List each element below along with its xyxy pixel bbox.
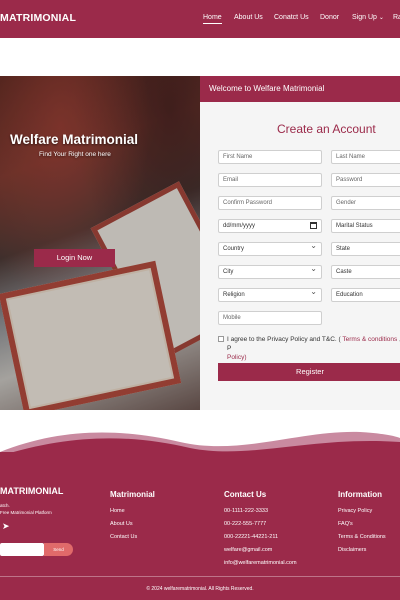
first-name-input[interactable]: First Name <box>218 150 322 164</box>
form-welcome-header: Welcome to Welfare Matrimonial <box>200 76 400 102</box>
hero-title: Welfare Matrimonial <box>10 132 139 147</box>
hero-subtitle: Find Your Right one here <box>39 151 111 158</box>
footer-divider <box>0 576 400 577</box>
marital-status-select[interactable]: Marital Status <box>331 219 400 233</box>
register-button[interactable]: Register <box>218 363 400 381</box>
nav-signup-label: Sign Up <box>352 14 377 21</box>
footer-link-disclaimers[interactable]: Disclaimers <box>338 547 366 553</box>
footer-link-faq[interactable]: FAQ's <box>338 521 353 527</box>
privacy-policy-link[interactable]: Policy) <box>227 354 247 361</box>
footer-brand: MATRIMONIAL <box>0 486 64 496</box>
education-select[interactable]: Education <box>331 288 400 302</box>
footer-phone-3[interactable]: 000-22221-44221-211 <box>224 534 278 540</box>
nav-contact[interactable]: Conatct Us <box>274 14 309 21</box>
terms-link[interactable]: Terms & conditions <box>342 336 397 343</box>
footer-col-matrimonial-title: Matrimonial <box>110 490 155 499</box>
terms-checkbox[interactable] <box>218 336 224 342</box>
dob-value: dd/mm/yyyy <box>223 223 256 229</box>
terms-text: I agree to the Privacy Policy and T&C. (… <box>227 335 400 362</box>
nav-signup[interactable]: Sign Up ⌄ <box>352 14 384 21</box>
footer-phone-1[interactable]: 00-1111-222-3333 <box>224 508 268 514</box>
password-input[interactable]: Password <box>331 173 400 187</box>
brand-logo[interactable]: MATRIMONIAL <box>0 12 76 24</box>
dob-input[interactable]: dd/mm/yyyy <box>218 219 322 233</box>
hero-overlay <box>0 76 200 410</box>
footer-link-terms[interactable]: Terms & Conditions <box>338 534 386 540</box>
footer-phone-2[interactable]: 00-222-555-7777 <box>224 521 266 527</box>
nav-donor[interactable]: Donor <box>320 14 339 21</box>
subscribe-send-button[interactable]: Send <box>44 543 73 556</box>
top-navbar: MATRIMONIAL Home About Us Conatct Us Don… <box>0 0 400 38</box>
form-title: Create an Account <box>277 122 376 136</box>
footer-link-about[interactable]: About Us <box>110 521 133 527</box>
footer-col-info-title: Information <box>338 490 382 499</box>
email-input[interactable]: Email <box>218 173 322 187</box>
subscribe-email-input[interactable] <box>0 543 44 556</box>
footer-tagline-2: Free Matrimonial Platform <box>0 510 52 515</box>
country-select[interactable]: Country <box>218 242 322 256</box>
city-select[interactable]: City <box>218 265 322 279</box>
footer-link-contact[interactable]: Contact Us <box>110 534 137 540</box>
copyright: © 2024 welfarematrimonial. All Rights Re… <box>146 586 254 592</box>
footer-link-home[interactable]: Home <box>110 508 125 514</box>
footer-link-privacy[interactable]: Privacy Policy <box>338 508 372 514</box>
footer-email-2[interactable]: info@welfarematrimonial.com <box>224 560 297 566</box>
footer-col-contact-title: Contact Us <box>224 490 267 499</box>
gender-select[interactable]: Gender <box>331 196 400 210</box>
confirm-password-input[interactable]: Confirm Password <box>218 196 322 210</box>
login-now-button[interactable]: Login Now <box>34 249 115 267</box>
hero-image <box>0 76 200 410</box>
nav-home[interactable]: Home <box>203 14 222 24</box>
nav-register[interactable]: Ra <box>393 14 400 21</box>
state-select[interactable]: State <box>331 242 400 256</box>
terms-prefix: I agree to the Privacy Policy and T&C. ( <box>227 336 343 343</box>
chevron-down-icon: ⌄ <box>378 15 384 21</box>
nav-about[interactable]: About Us <box>234 14 263 21</box>
calendar-icon[interactable] <box>310 222 317 229</box>
religion-select[interactable]: Religion <box>218 288 322 302</box>
caste-select[interactable]: Caste <box>331 265 400 279</box>
mobile-input[interactable]: Mobile <box>218 311 322 325</box>
paper-plane-icon[interactable]: ➤ <box>2 521 10 532</box>
footer-tagline-1: atch. <box>0 503 10 508</box>
last-name-input[interactable]: Last Name <box>331 150 400 164</box>
footer-email-1[interactable]: welfare@gmail.com <box>224 547 272 553</box>
